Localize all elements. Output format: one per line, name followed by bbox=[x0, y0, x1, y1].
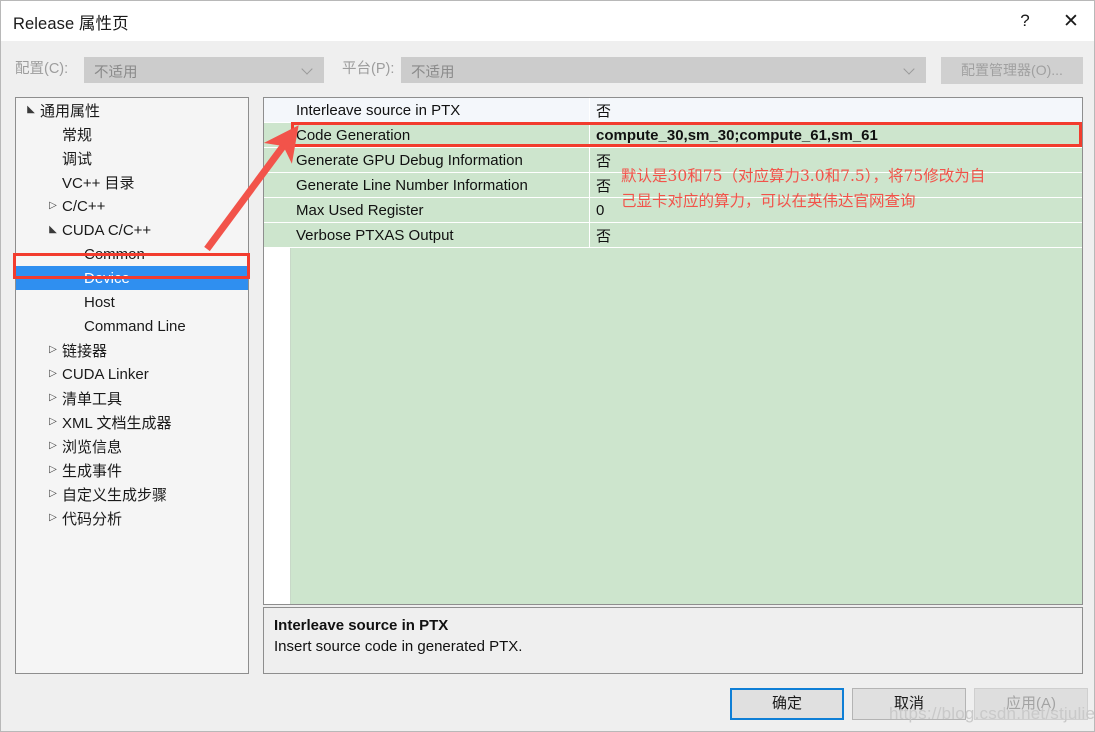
chevron-collapsed-icon[interactable]: ▷ bbox=[46, 441, 60, 451]
property-name: Generate GPU Debug Information bbox=[292, 148, 590, 172]
tree-item-label: 生成事件 bbox=[62, 462, 123, 480]
chevron-down-icon bbox=[303, 65, 314, 72]
tree-item-label: Host bbox=[84, 293, 115, 311]
row-indent bbox=[264, 98, 292, 122]
chevron-collapsed-icon[interactable]: ▷ bbox=[46, 465, 60, 475]
page-title: Release 属性页 bbox=[13, 15, 129, 33]
chevron-expanded-icon[interactable]: ◢ bbox=[46, 224, 60, 235]
property-row[interactable]: Code Generation compute_30,sm_30;compute_… bbox=[264, 123, 1082, 148]
tree-item-cuda-c-c--[interactable]: ◢ CUDA C/C++ bbox=[16, 218, 248, 242]
apply-button[interactable]: 应用(A) bbox=[974, 688, 1088, 720]
chevron-collapsed-icon[interactable]: ▷ bbox=[46, 345, 60, 355]
tree-item-label: CUDA Linker bbox=[62, 365, 149, 383]
chevron-collapsed-icon[interactable]: ▷ bbox=[46, 417, 60, 427]
tree-item-常规[interactable]: 常规 bbox=[16, 122, 248, 146]
tree-item-代码分析[interactable]: ▷ 代码分析 bbox=[16, 506, 248, 530]
tree-item-label: 通用属性 bbox=[40, 102, 101, 120]
help-icon[interactable]: ? bbox=[1002, 1, 1048, 41]
title-bar: Release 属性页 ? ✕ bbox=[1, 1, 1094, 41]
tree-item-清单工具[interactable]: ▷ 清单工具 bbox=[16, 386, 248, 410]
tree-item-device[interactable]: Device bbox=[16, 266, 248, 290]
property-value[interactable]: 否 bbox=[590, 98, 1082, 122]
chevron-down-icon bbox=[905, 65, 916, 72]
tree-item-host[interactable]: Host bbox=[16, 290, 248, 314]
tree-item-label: 常规 bbox=[62, 126, 93, 144]
tree-item-label: 清单工具 bbox=[62, 390, 123, 408]
configuration-value: 不适用 bbox=[94, 65, 138, 81]
tree-item-label: 代码分析 bbox=[62, 510, 123, 528]
tree-item-浏览信息[interactable]: ▷ 浏览信息 bbox=[16, 434, 248, 458]
ok-button[interactable]: 确定 bbox=[730, 688, 844, 720]
property-value[interactable]: compute_30,sm_30;compute_61,sm_61 bbox=[590, 123, 1082, 147]
description-panel: Interleave source in PTX Insert source c… bbox=[263, 607, 1083, 674]
tree-item-通用属性[interactable]: ◢ 通用属性 bbox=[16, 98, 248, 122]
annotation-line-2: 己显卡对应的算力，可以在英伟达官网查询 bbox=[621, 192, 916, 210]
chevron-collapsed-icon[interactable]: ▷ bbox=[46, 201, 60, 211]
red-annotation-text: 默认是30和75（对应算力3.0和7.5），将75修改为自 己显卡对应的算力，可… bbox=[621, 164, 1082, 214]
platform-dropdown[interactable]: 不适用 bbox=[401, 57, 926, 83]
configuration-manager-button[interactable]: 配置管理器(O)... bbox=[941, 57, 1083, 84]
description-title: Interleave source in PTX bbox=[274, 617, 449, 634]
tree-item-生成事件[interactable]: ▷ 生成事件 bbox=[16, 458, 248, 482]
chevron-collapsed-icon[interactable]: ▷ bbox=[46, 369, 60, 379]
row-indent bbox=[264, 123, 292, 147]
tree-item-链接器[interactable]: ▷ 链接器 bbox=[16, 338, 248, 362]
tree-item-label: 浏览信息 bbox=[62, 438, 123, 456]
row-indent bbox=[264, 173, 292, 197]
cancel-button[interactable]: 取消 bbox=[852, 688, 966, 720]
tree-item-xml-文档生成器[interactable]: ▷ XML 文档生成器 bbox=[16, 410, 248, 434]
annotation-line-1: 默认是30和75（对应算力3.0和7.5），将75修改为自 bbox=[621, 167, 986, 185]
tree-item-cuda-linker[interactable]: ▷ CUDA Linker bbox=[16, 362, 248, 386]
tree-item-common[interactable]: Common bbox=[16, 242, 248, 266]
row-indent bbox=[264, 223, 292, 247]
property-name: Interleave source in PTX bbox=[292, 98, 590, 122]
tree-item-vc---目录[interactable]: VC++ 目录 bbox=[16, 170, 248, 194]
tree-item-command-line[interactable]: Command Line bbox=[16, 314, 248, 338]
property-value[interactable]: 否 bbox=[590, 223, 1082, 247]
tree-item-label: Common bbox=[84, 245, 145, 263]
chevron-collapsed-icon[interactable]: ▷ bbox=[46, 489, 60, 499]
close-icon[interactable]: ✕ bbox=[1048, 1, 1094, 41]
configuration-label: 配置(C): bbox=[15, 61, 69, 77]
property-name: Code Generation bbox=[292, 123, 590, 147]
platform-value: 不适用 bbox=[411, 65, 455, 81]
tree-item-label: 调试 bbox=[62, 150, 93, 168]
tree-item-label: CUDA C/C++ bbox=[62, 221, 152, 239]
tree-item-label: Command Line bbox=[84, 317, 186, 335]
tree-item-调试[interactable]: 调试 bbox=[16, 146, 248, 170]
tree-item-c-c--[interactable]: ▷ C/C++ bbox=[16, 194, 248, 218]
property-row[interactable]: Verbose PTXAS Output 否 bbox=[264, 223, 1082, 248]
tree-item-label: VC++ 目录 bbox=[62, 174, 135, 192]
tree-item-label: Device bbox=[84, 269, 130, 287]
property-pages-dialog: Release 属性页 ? ✕ 配置(C): 平台(P): 不适用 不适用 配置… bbox=[0, 0, 1095, 732]
platform-label: 平台(P): bbox=[342, 61, 395, 77]
property-grid[interactable]: Interleave source in PTX 否 Code Generation… bbox=[263, 97, 1083, 605]
chevron-expanded-icon[interactable]: ◢ bbox=[24, 104, 38, 115]
property-name: Generate Line Number Information bbox=[292, 173, 590, 197]
configuration-dropdown[interactable]: 不适用 bbox=[84, 57, 324, 83]
property-tree[interactable]: ◢ 通用属性 常规 调试 VC++ 目录 ▷ C/C++ ◢ CUDA C/C++ Common D… bbox=[15, 97, 249, 674]
property-name: Verbose PTXAS Output bbox=[292, 223, 590, 247]
tree-item-label: XML 文档生成器 bbox=[62, 414, 172, 432]
tree-item-自定义生成步骤[interactable]: ▷ 自定义生成步骤 bbox=[16, 482, 248, 506]
tree-item-label: C/C++ bbox=[62, 197, 106, 215]
property-name: Max Used Register bbox=[292, 198, 590, 222]
property-row[interactable]: Interleave source in PTX 否 bbox=[264, 98, 1082, 123]
row-indent bbox=[264, 148, 292, 172]
tree-item-label: 自定义生成步骤 bbox=[62, 486, 168, 504]
chevron-collapsed-icon[interactable]: ▷ bbox=[46, 513, 60, 523]
description-body: Insert source code in generated PTX. bbox=[274, 638, 523, 655]
chevron-collapsed-icon[interactable]: ▷ bbox=[46, 393, 60, 403]
tree-item-label: 链接器 bbox=[62, 342, 108, 360]
row-indent bbox=[264, 198, 292, 222]
